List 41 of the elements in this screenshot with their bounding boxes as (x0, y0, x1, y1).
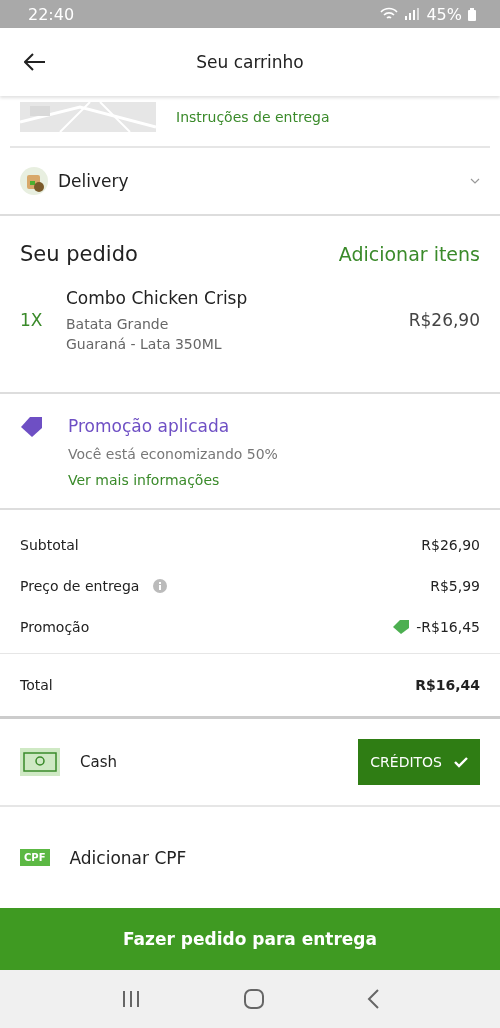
item-name: Combo Chicken Crisp (66, 288, 249, 308)
add-cpf-link[interactable]: Adicionar CPF (69, 847, 187, 868)
total-label: Total (20, 677, 53, 693)
signal-icon (404, 8, 421, 20)
summary-value: R$26,90 (421, 536, 480, 553)
item-quantity: 1X (20, 310, 44, 330)
payment-method[interactable]: Cash (80, 753, 339, 771)
summary-value: -R$16,45 (416, 618, 480, 635)
summary-label: Subtotal (20, 536, 79, 553)
back-icon[interactable] (366, 989, 379, 1009)
cpf-icon: CPF (20, 849, 50, 866)
page-title: Seu carrinho (196, 52, 304, 72)
promotion-text: Você está economizando 50% (68, 446, 278, 462)
item-option: Batata Grande (66, 316, 409, 332)
section-title: Seu pedido (20, 242, 138, 266)
total-value: R$16,44 (415, 677, 480, 693)
more-info-link[interactable]: Ver mais informações (68, 472, 278, 488)
credits-button[interactable]: CRÉDITOS (358, 739, 480, 785)
summary-value: R$5,99 (430, 577, 480, 594)
delivery-instructions-link[interactable]: Instruções de entrega (176, 109, 330, 125)
summary-label: Preço de entrega (20, 577, 140, 594)
item-option: Guaraná - Lata 350ML (66, 336, 409, 352)
wifi-icon (380, 7, 399, 21)
battery-level: 45% (426, 4, 462, 24)
tag-icon (20, 416, 44, 438)
battery-icon (468, 7, 476, 21)
add-items-link[interactable]: Adicionar itens (338, 243, 480, 265)
check-icon (454, 756, 468, 768)
chevron-down-icon[interactable] (470, 178, 480, 184)
place-order-button[interactable]: Fazer pedido para entrega (0, 908, 500, 970)
recent-apps-icon[interactable] (121, 990, 142, 1008)
home-icon[interactable] (244, 989, 264, 1009)
summary-label: Promoção (20, 618, 90, 635)
back-arrow-icon[interactable] (24, 53, 46, 71)
status-time: 22:40 (28, 4, 75, 24)
banknote-icon (20, 748, 60, 776)
tag-icon (392, 618, 411, 635)
delivery-option[interactable]: Delivery (58, 171, 460, 191)
item-price: R$26,90 (408, 310, 480, 330)
shopping-bag-icon (20, 167, 48, 195)
promotion-title: Promoção aplicada (68, 416, 231, 436)
